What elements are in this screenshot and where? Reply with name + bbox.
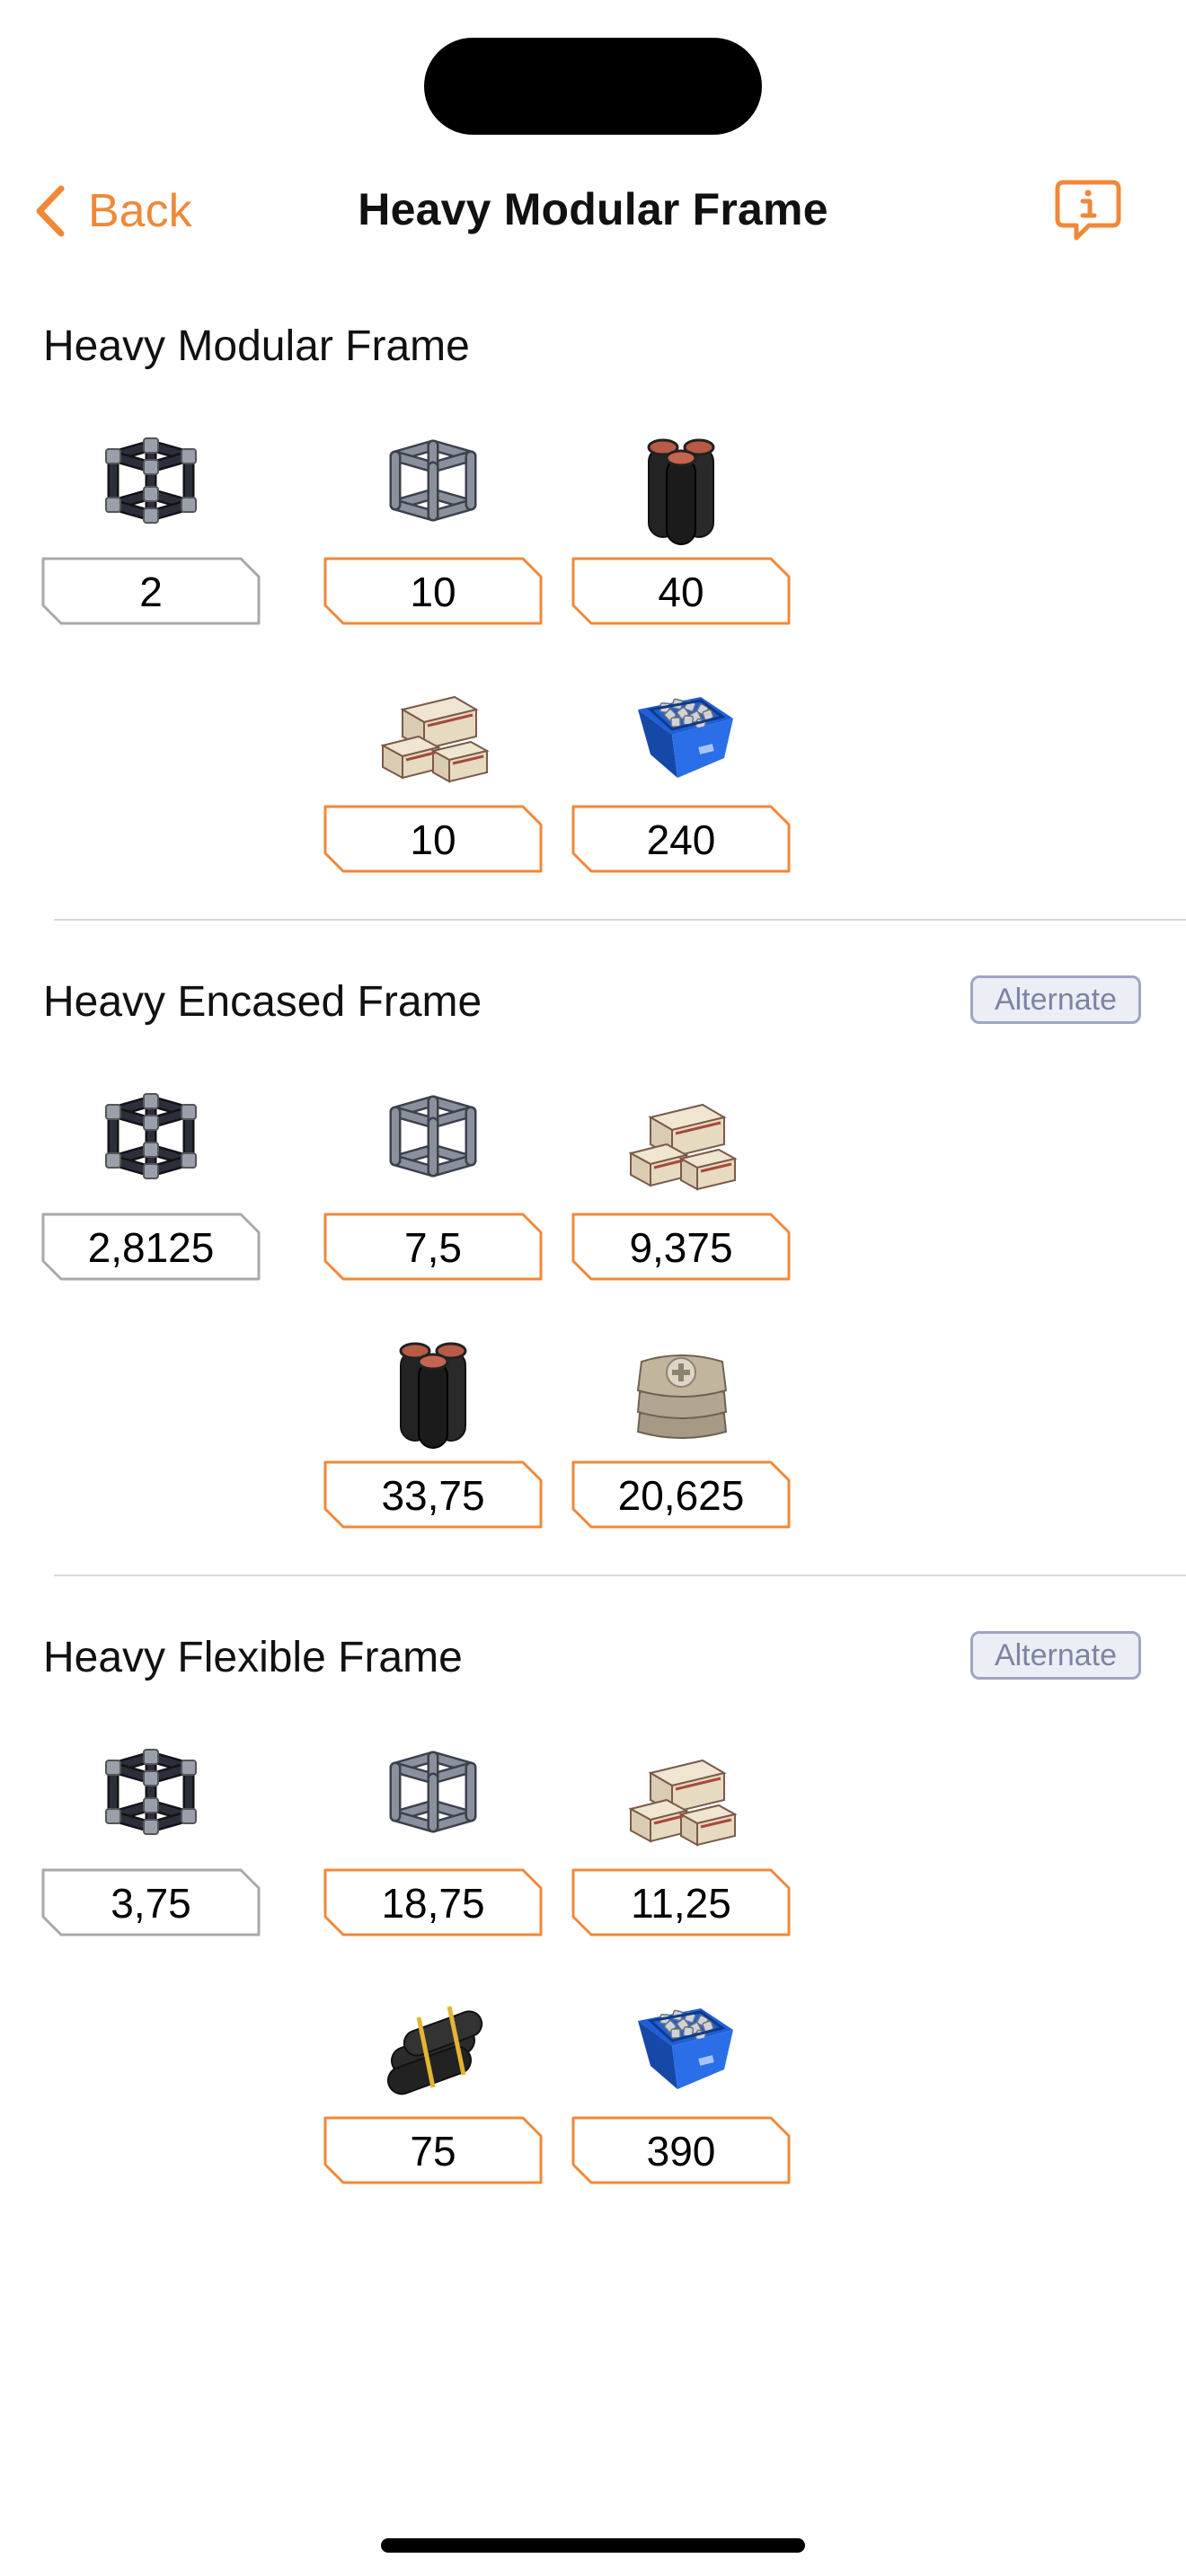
quantity-value: 2,8125 [87, 1224, 215, 1271]
input-item[interactable]: 18,75 [323, 1734, 543, 1940]
encased-industrial-beam-icon [628, 1103, 738, 1191]
section-divider [54, 1575, 1186, 1576]
output-quantity[interactable]: 2,8125 [41, 1213, 261, 1281]
input-quantity[interactable]: 75 [323, 2116, 543, 2184]
heavy-modular-frame-icon [105, 437, 197, 524]
encased-industrial-beam-icon [380, 695, 490, 783]
input-quantity[interactable]: 40 [571, 557, 791, 625]
quantity-value: 2 [139, 569, 163, 615]
input-item[interactable]: 390 [571, 1981, 791, 2188]
input-item[interactable]: 7,5 [323, 1078, 543, 1284]
quantity-value: 33,75 [381, 1472, 485, 1519]
concrete-icon [636, 1354, 728, 1439]
input-item[interactable]: 240 [571, 670, 791, 877]
input-quantity[interactable]: 390 [571, 2116, 791, 2184]
modular-frame-icon [389, 439, 477, 522]
screw-icon [638, 2008, 733, 2089]
dynamic-island [424, 38, 762, 135]
input-item[interactable]: 20,625 [571, 1326, 791, 1532]
input-quantity[interactable]: 11,25 [571, 1868, 791, 1936]
recipe-section: Heavy Modular Frame 2 10 40 10 240 [0, 320, 1186, 873]
quantity-value: 3,75 [111, 1880, 191, 1927]
steel-pipe-icon [647, 438, 715, 545]
item-image [88, 422, 214, 548]
recipe-title: Heavy Encased Frame [43, 978, 482, 1026]
quantity-value: 10 [410, 569, 456, 615]
page-title: Heavy Modular Frame [358, 184, 828, 234]
info-button[interactable] [1053, 178, 1123, 244]
input-item[interactable]: 10 [323, 422, 543, 629]
item-image [618, 422, 744, 548]
item-image [88, 1078, 214, 1204]
quantity-value: 40 [658, 569, 704, 615]
input-quantity[interactable]: 20,625 [571, 1460, 791, 1529]
item-image [370, 670, 496, 796]
quantity-value: 240 [646, 816, 716, 863]
quantity-value: 7,5 [404, 1224, 462, 1271]
screw-icon [638, 697, 733, 778]
item-image [88, 1734, 214, 1859]
section-divider [54, 919, 1186, 921]
item-image [618, 1734, 744, 1859]
input-item[interactable]: 10 [323, 670, 543, 877]
item-image [370, 1078, 496, 1204]
item-image [370, 1981, 496, 2107]
input-item[interactable]: 11,25 [571, 1734, 791, 1940]
item-image [370, 1734, 496, 1859]
output-item[interactable]: 2,8125 [41, 1078, 261, 1284]
home-indicator [381, 2538, 805, 2553]
item-image [370, 1326, 496, 1451]
input-item[interactable]: 9,375 [571, 1078, 791, 1284]
heavy-modular-frame-icon [105, 1093, 197, 1179]
alternate-badge: Alternate [970, 1631, 1141, 1680]
input-item[interactable]: 40 [571, 422, 791, 629]
quantity-value: 9,375 [629, 1224, 733, 1271]
recipe-section: Heavy Flexible Frame Alternate 3,75 18,75 [0, 1631, 1186, 2184]
item-image [618, 1078, 744, 1204]
input-quantity[interactable]: 240 [571, 805, 791, 873]
input-item[interactable]: 33,75 [323, 1326, 543, 1532]
quantity-value: 11,25 [631, 1880, 731, 1927]
input-quantity[interactable]: 9,375 [571, 1213, 791, 1281]
heavy-modular-frame-icon [105, 1749, 197, 1835]
recipe-section: Heavy Encased Frame Alternate 2,8125 7,5 [0, 975, 1186, 1529]
steel-pipe-icon [399, 1342, 467, 1449]
info-bubble-icon [1055, 180, 1121, 241]
encased-industrial-beam-icon [628, 1759, 738, 1847]
input-quantity[interactable]: 10 [323, 805, 543, 873]
input-quantity[interactable]: 33,75 [323, 1460, 543, 1529]
recipe-title: Heavy Flexible Frame [43, 1634, 463, 1681]
output-item[interactable]: 2 [41, 422, 261, 629]
input-item[interactable]: 75 [323, 1981, 543, 2188]
output-quantity[interactable]: 3,75 [41, 1868, 261, 1936]
quantity-value: 390 [646, 2128, 716, 2175]
quantity-value: 18,75 [381, 1880, 485, 1927]
modular-frame-icon [389, 1095, 477, 1178]
output-quantity[interactable]: 2 [41, 557, 261, 625]
input-quantity[interactable]: 7,5 [323, 1213, 543, 1281]
recipe-title: Heavy Modular Frame [43, 322, 470, 370]
quantity-value: 10 [410, 816, 456, 863]
item-image [370, 422, 496, 548]
navigation-bar: Back Heavy Modular Frame [0, 162, 1186, 260]
alternate-badge: Alternate [970, 975, 1141, 1024]
item-image [618, 1326, 744, 1451]
item-image [618, 670, 744, 796]
quantity-value: 20,625 [617, 1472, 745, 1519]
rubber-icon [386, 2006, 483, 2095]
input-quantity[interactable]: 18,75 [323, 1868, 543, 1936]
output-item[interactable]: 3,75 [41, 1734, 261, 1940]
input-quantity[interactable]: 10 [323, 557, 543, 625]
item-image [618, 1981, 744, 2107]
quantity-value: 75 [410, 2128, 456, 2175]
modular-frame-icon [389, 1751, 477, 1833]
